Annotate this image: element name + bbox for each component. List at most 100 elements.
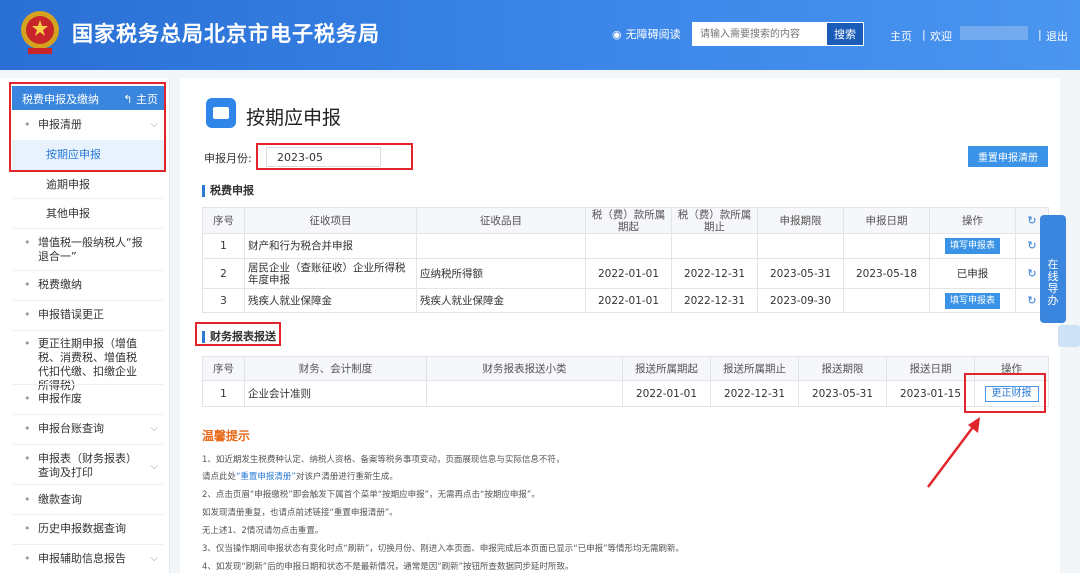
period-end: 2022-12-31 [671, 288, 758, 313]
chevron-down-icon: ⌵ [150, 423, 158, 434]
divider [12, 484, 164, 485]
submission-date: 2023-01-15 [886, 380, 975, 407]
welcome-text: 欢迎 [930, 30, 952, 43]
period-end: 2022-12-31 [671, 258, 758, 289]
highlight-month [256, 143, 413, 170]
report-subcategory [426, 380, 623, 407]
table-row: 3 残疾人就业保障金 残疾人就业保障金 2022-01-01 2022-12-3… [202, 288, 1049, 313]
declared-status: 已申报 [929, 258, 1016, 289]
sidebar-item-auxiliary-report[interactable]: 申报辅助信息报告 ⌵ [12, 552, 164, 566]
divider [12, 414, 164, 415]
column-header: 报送所属期止 [710, 356, 799, 381]
divider [12, 544, 164, 545]
period-start: 2022-01-01 [585, 288, 672, 313]
document-icon [206, 98, 236, 128]
divider [12, 300, 164, 301]
highlight-correct-button [964, 373, 1046, 413]
declaration-date: 2023-05-18 [843, 258, 930, 289]
divider [12, 330, 164, 331]
financial-report-table: 序号 财务、会计制度 财务报表报送小类 报送所属期起 报送所属期止 报送期限 报… [202, 356, 1049, 407]
levy-subitem: 应纳税所得额 [416, 258, 586, 289]
divider [12, 270, 164, 271]
tip-line: 请点此处“重置申报清册”对该户清册进行重新生成。 [202, 472, 398, 482]
deadline: 2023-05-31 [757, 258, 844, 289]
column-header: 操作 [929, 207, 1016, 234]
divider [12, 198, 164, 199]
divider [12, 514, 164, 515]
annotation-arrow-icon [927, 417, 980, 488]
logout-link[interactable]: 退出 [1046, 28, 1068, 44]
column-header: 报送期限 [798, 356, 887, 381]
header-bar: 国家税务总局北京市电子税务局 ◉ 无障碍阅读 搜索 主页 | 欢迎 | 退出 [0, 0, 1080, 70]
tip-line: 无上述1、2情况请勿点击重置。 [202, 526, 324, 536]
username-redacted [960, 26, 1028, 40]
sidebar-item-other-declaration[interactable]: 其他申报 [12, 207, 164, 221]
page-title: 按期应申报 [246, 107, 342, 129]
levy-subitem [416, 233, 586, 259]
action-cell: 填写申报表 [929, 288, 1016, 313]
column-header: 序号 [202, 356, 245, 381]
sidebar-item-void-declaration[interactable]: 申报作废 [12, 392, 164, 406]
row-number: 3 [202, 288, 245, 313]
row-number: 1 [202, 380, 245, 407]
tax-declaration-table: 序号 征收项目 征收品目 税（费）款所属期起 税（费）款所属期止 申报期限 申报… [202, 207, 1049, 313]
tax-section-title: 税费申报 [202, 185, 254, 197]
deadline: 2023-09-30 [757, 288, 844, 313]
fill-form-button[interactable]: 填写申报表 [944, 238, 1000, 254]
sidebar-item-history-query[interactable]: 历史申报数据查询 [12, 522, 164, 536]
deadline [757, 233, 844, 259]
tip-line: 2、点击页眉“申报缴税”即会触发下属首个菜单“按期应申报”，无需再点击“按期应申… [202, 490, 540, 500]
reset-list-link[interactable]: “重置申报清册” [236, 472, 296, 482]
sidebar-item-tax-payment[interactable]: 税费缴纳 [12, 278, 164, 292]
levy-item: 居民企业（查账征收）企业所得税年度申报 [244, 258, 417, 289]
user-service-icon[interactable] [1058, 325, 1080, 347]
divider [12, 384, 164, 385]
reset-declaration-list-button[interactable]: 重置申报清册 [968, 146, 1048, 167]
column-header: 报送日期 [886, 356, 975, 381]
site-title: 国家税务总局北京市电子税务局 [72, 22, 380, 46]
table-row: 1 企业会计准则 2022-01-01 2022-12-31 2023-05-3… [202, 380, 1049, 407]
online-guide-panel[interactable]: 在线导办 [1040, 215, 1066, 323]
highlight-sidebar [9, 82, 166, 172]
table-header-row: 序号 征收项目 征收品目 税（费）款所属期起 税（费）款所属期止 申报期限 申报… [202, 207, 1049, 234]
fill-form-button[interactable]: 填写申报表 [944, 292, 1000, 309]
month-label: 申报月份: [204, 152, 252, 165]
period-start: 2022-01-01 [622, 380, 711, 407]
sidebar-item-error-correction[interactable]: 申报错误更正 [12, 308, 164, 322]
deadline: 2023-05-31 [798, 380, 887, 407]
eye-icon: ◉ [612, 27, 622, 41]
column-header: 报送所属期起 [622, 356, 711, 381]
levy-subitem: 残疾人就业保障金 [416, 288, 586, 313]
column-header: 申报日期 [843, 207, 930, 234]
sidebar-item-payment-query[interactable]: 缴款查询 [12, 493, 164, 507]
row-number: 2 [202, 258, 245, 289]
declaration-date [843, 233, 930, 259]
table-row: 1 财产和行为税合并申报 填写申报表 ↻ [202, 233, 1049, 259]
tax-emblem-icon [21, 11, 59, 54]
tips-title: 温馨提示 [202, 429, 251, 443]
accessibility-link[interactable]: ◉ 无障碍阅读 [612, 26, 681, 42]
column-header: 征收品目 [416, 207, 586, 234]
period-start [585, 233, 672, 259]
nav-separator: | [1038, 28, 1042, 41]
declaration-date [843, 288, 930, 313]
period-end [671, 233, 758, 259]
levy-item: 残疾人就业保障金 [244, 288, 417, 313]
tip-line: 3、仅当操作期间申报状态有变化时点“刷新”，切换月份、刚进入本页面、申报完成后本… [202, 544, 685, 554]
chevron-down-icon: ⌵ [150, 553, 158, 564]
nav-home-link[interactable]: 主页 [890, 28, 912, 44]
search-input[interactable] [692, 22, 826, 46]
accounting-system: 企业会计准则 [244, 380, 427, 407]
sidebar-item-ledger-query[interactable]: 申报台账查询 ⌵ [12, 422, 164, 436]
sidebar-item-vat-refund[interactable]: 增值税一般纳税人“报退合一” [12, 236, 152, 264]
levy-item: 财产和行为税合并申报 [244, 233, 417, 259]
column-header: 财务报表报送小类 [426, 356, 623, 381]
sidebar-item-report-query-print[interactable]: 申报表（财务报表）查询及打印 ⌵ [12, 452, 164, 480]
search-button[interactable]: 搜索 [826, 22, 864, 46]
sidebar-item-overdue-declaration[interactable]: 逾期申报 [12, 178, 164, 192]
column-header: 序号 [202, 207, 245, 234]
nav-separator: | [922, 28, 926, 41]
chevron-down-icon: ⌵ [150, 461, 158, 472]
table-header-row: 序号 财务、会计制度 财务报表报送小类 报送所属期起 报送所属期止 报送期限 报… [202, 356, 1049, 381]
column-header: 申报期限 [757, 207, 844, 234]
